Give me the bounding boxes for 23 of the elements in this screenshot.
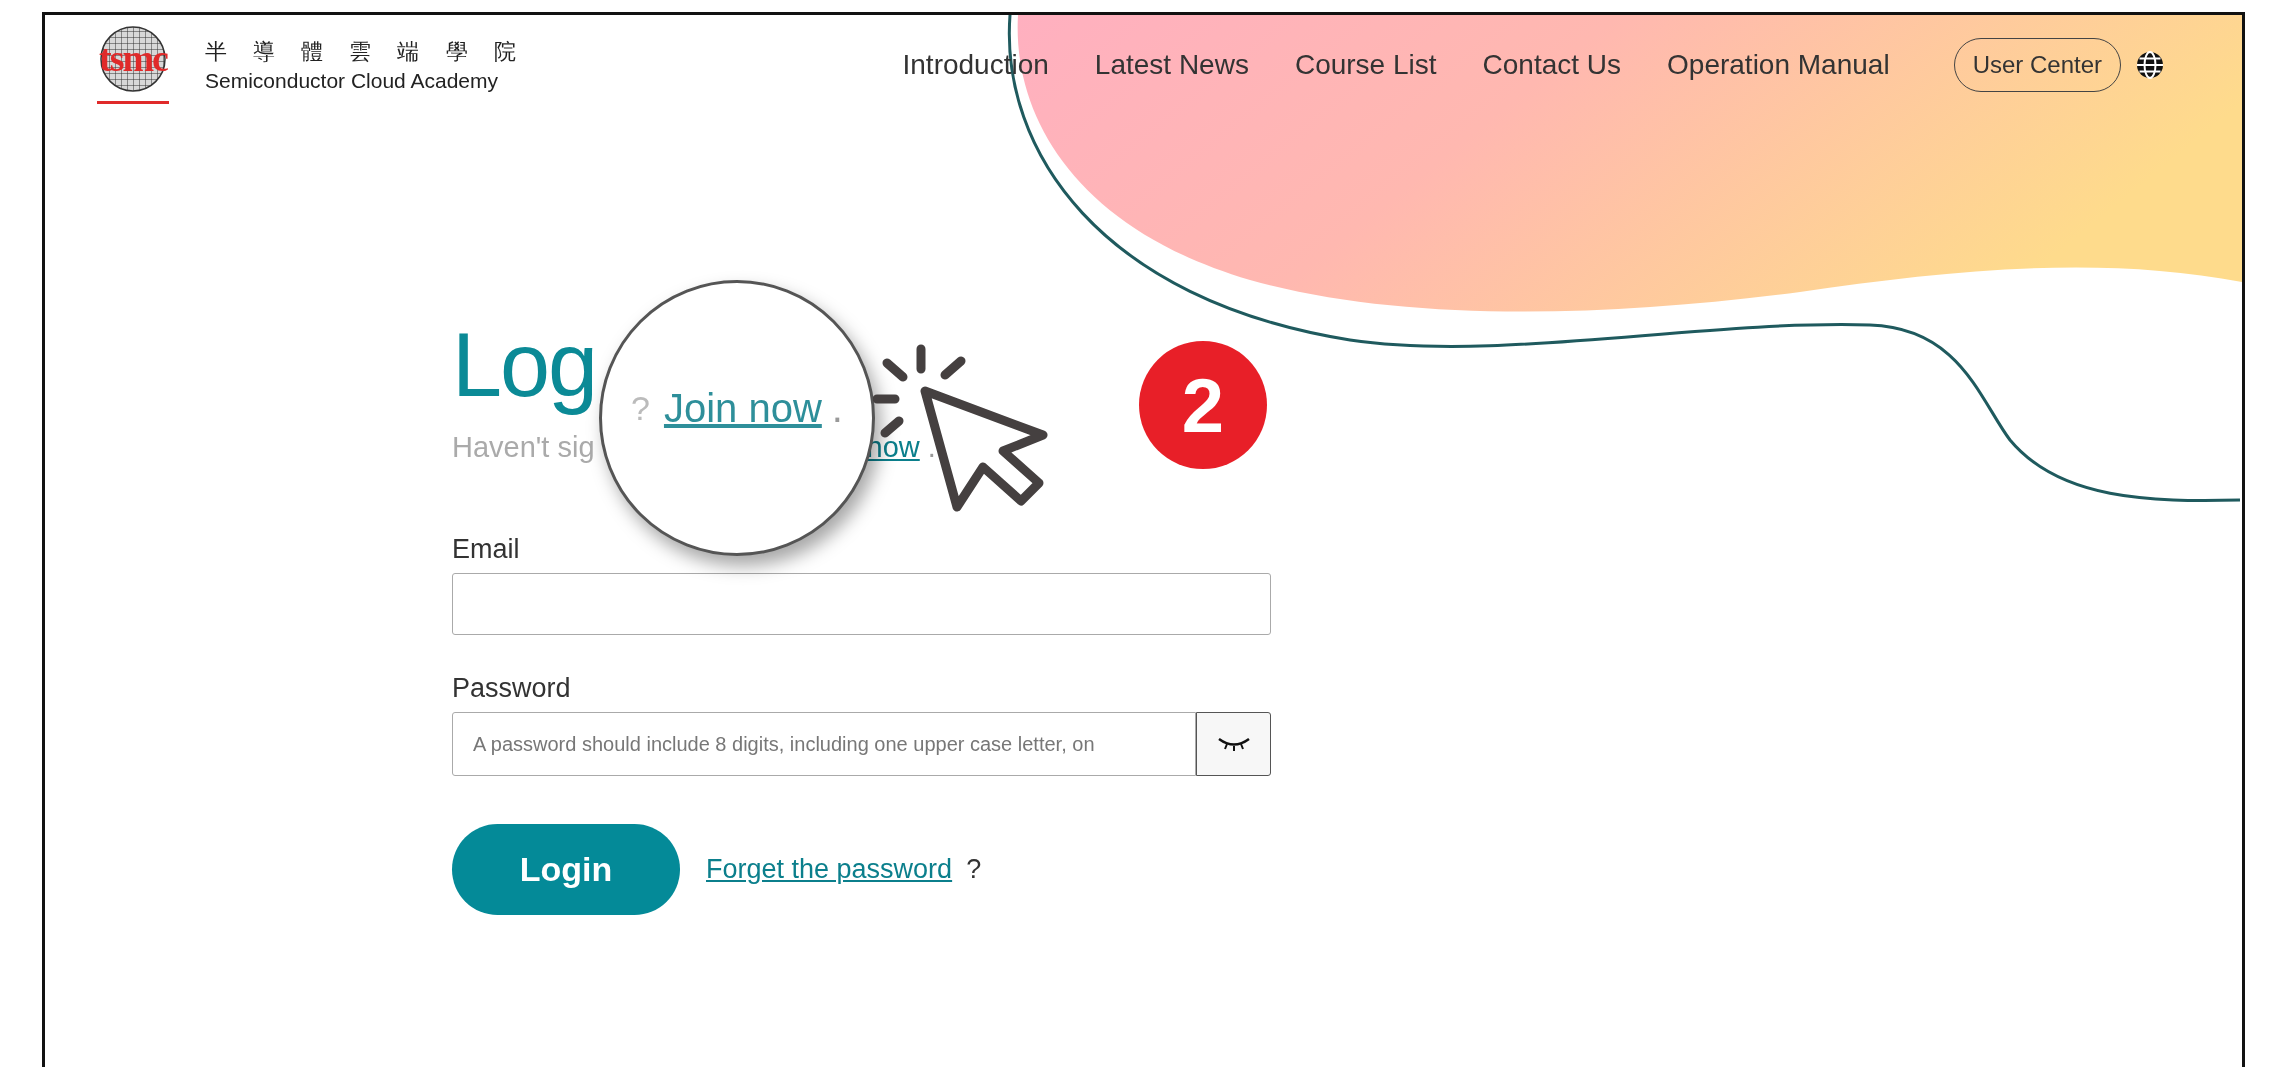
- magnified-join-text: Join now: [663, 385, 822, 431]
- email-input[interactable]: [452, 573, 1271, 635]
- question-mark-text: ?: [966, 854, 982, 885]
- nav-link[interactable]: Operation Manual: [1667, 49, 1890, 81]
- magnified-question-mark: ?: [631, 388, 650, 428]
- nav-link[interactable]: Contact Us: [1482, 49, 1622, 81]
- step-number-badge: 2: [1139, 341, 1267, 469]
- forget-password-link[interactable]: Forget the password: [706, 854, 953, 885]
- show-password-button[interactable]: [1196, 712, 1271, 776]
- page-title: Log: [452, 314, 597, 417]
- password-label: Password: [452, 673, 571, 704]
- period-text: .: [927, 431, 936, 464]
- closed-eye-icon: [1216, 736, 1251, 752]
- nav-link[interactable]: Course List: [1294, 49, 1437, 81]
- globe-icon[interactable]: [2135, 50, 2165, 80]
- site-title: 半 導 體 雲 端 學 院: [205, 38, 526, 66]
- site-subtitle: Semiconductor Cloud Academy: [205, 69, 499, 93]
- signup-prompt: Haven't sig: [452, 431, 595, 464]
- password-input[interactable]: A password should include 8 digits, including one upper case letter, on: [452, 712, 1196, 776]
- magnified-period: .: [831, 385, 843, 431]
- login-button[interactable]: Login: [452, 824, 680, 915]
- email-label: Email: [452, 534, 520, 565]
- nav-link[interactable]: Latest News: [1094, 49, 1249, 81]
